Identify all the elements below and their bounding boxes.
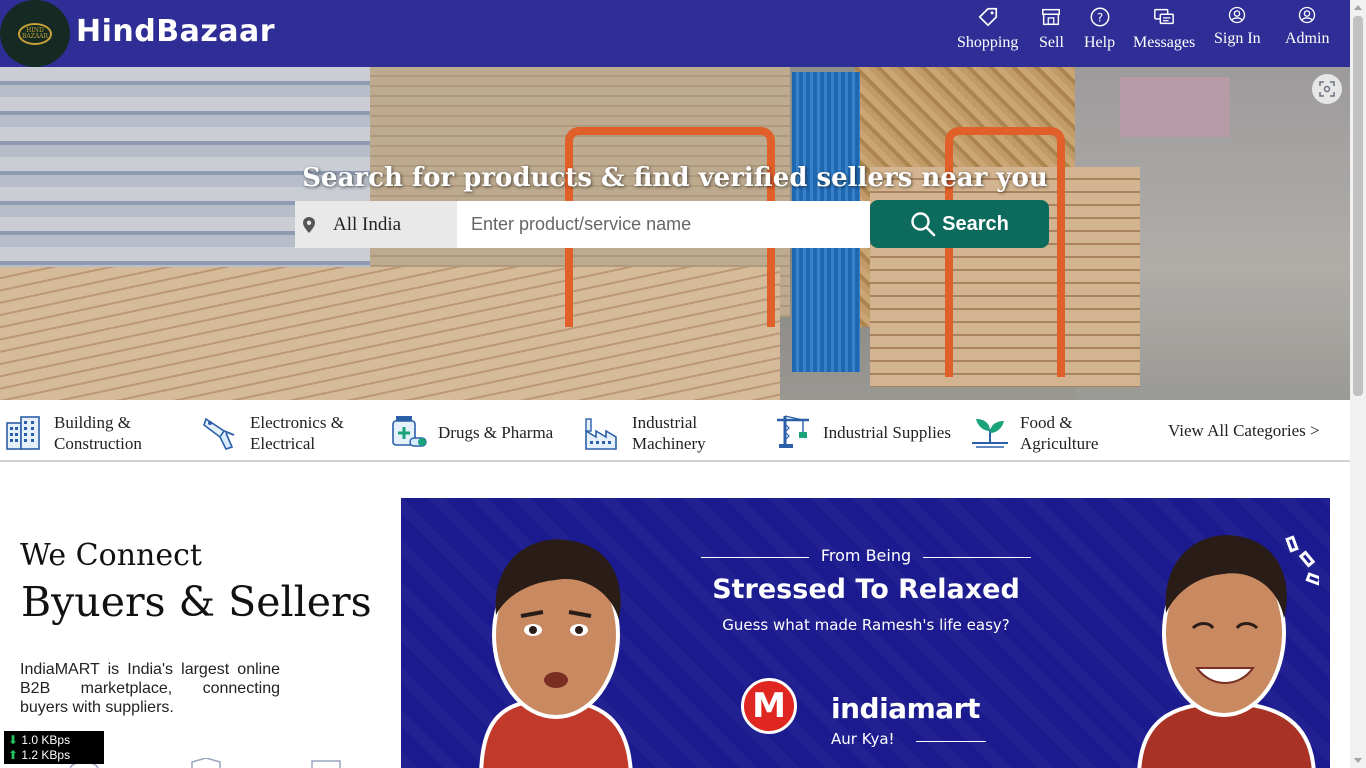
tag-icon [978, 7, 997, 27]
scrollbar-thumb[interactable] [1353, 16, 1363, 396]
category-building-construction[interactable]: Building & Construction [4, 412, 142, 454]
category-label-line2: Electrical [250, 434, 316, 453]
banner-subline: Guess what made Ramesh's life easy? [722, 616, 1010, 634]
banner-brand: indiamart [831, 692, 980, 725]
svg-text:?: ? [1096, 11, 1102, 25]
category-label-line1: Building & [54, 413, 131, 432]
upload-arrow-icon: ⬆ [8, 748, 19, 762]
download-arrow-icon: ⬇ [8, 733, 19, 747]
nav-messages[interactable]: Messages [1133, 6, 1195, 52]
category-label-line1: Electronics & [250, 413, 344, 432]
indiamart-logo-icon: M [741, 678, 797, 734]
nav-sign-in[interactable]: Sign In [1214, 6, 1261, 48]
medicine-icon [392, 416, 427, 447]
banner-headline: Stressed To Relaxed [712, 574, 1020, 605]
category-label-line1: Drugs & Pharma [438, 422, 554, 442]
download-speed: 1.0 KBps [21, 733, 71, 747]
relaxed-man-image [1137, 535, 1319, 768]
location-label: All India [333, 213, 402, 235]
category-bar: Building & Construction Electronics & Elec… [0, 400, 1350, 462]
search-button[interactable]: Search [870, 200, 1049, 248]
hero-title: Search for products & find verified sell… [302, 163, 1048, 193]
nav-messages-label: Messages [1133, 34, 1196, 51]
visual-search-button[interactable] [1312, 74, 1342, 104]
search-input[interactable] [457, 201, 870, 248]
category-label-line1: Industrial [632, 413, 698, 432]
search-button-label: Search [942, 212, 1009, 235]
store-icon [1042, 8, 1061, 26]
banner-tagline: Aur Kya! [831, 730, 895, 748]
category-label-line1: Food & [1020, 413, 1073, 432]
banner-from-being: From Being [701, 546, 1031, 565]
plant-icon [972, 419, 1008, 448]
nav-help[interactable]: ? Help [1084, 6, 1115, 52]
building-icon [6, 416, 40, 450]
upload-speed: 1.2 KBps [21, 748, 71, 762]
page-scrollbar[interactable] [1350, 0, 1366, 768]
admin-user-icon [1299, 6, 1316, 24]
drill-icon [203, 417, 235, 450]
nav-shopping-label: Shopping [957, 34, 1019, 51]
logo-emblem: HIND BAZAAR [18, 22, 52, 45]
intro-heading-small: We Connect [20, 538, 202, 573]
scroll-up-arrow-icon[interactable] [1354, 5, 1362, 10]
category-drugs-pharma[interactable]: Drugs & Pharma [388, 412, 553, 452]
category-industrial-supplies[interactable]: Industrial Supplies [773, 412, 951, 452]
intro-heading-large: Byuers & Sellers [21, 578, 372, 626]
nav-help-label: Help [1084, 34, 1116, 51]
nav-sell[interactable]: Sell [1039, 6, 1064, 52]
brand-name[interactable]: HindBazaar [76, 14, 275, 49]
nav-shopping[interactable]: Shopping [957, 6, 1018, 52]
nav-sell-label: Sell [1039, 34, 1064, 51]
nav-admin-label: Admin [1285, 30, 1330, 47]
view-all-categories-link[interactable]: View All Categories > [1168, 421, 1320, 441]
site-logo[interactable]: HIND BAZAAR [0, 0, 70, 67]
hero-banner: Search for products & find verified sell… [0, 67, 1350, 400]
help-icon: ? [1090, 7, 1109, 27]
category-label-line2: Machinery [632, 434, 706, 453]
scroll-down-arrow-icon[interactable] [1354, 758, 1362, 763]
category-label-line2: Construction [54, 434, 142, 453]
messages-icon [1154, 8, 1175, 25]
location-pin-icon [303, 216, 315, 233]
nav-admin[interactable]: Admin [1285, 6, 1329, 48]
feature-icons-partial [70, 758, 341, 768]
category-industrial-machinery[interactable]: Industrial Machinery [582, 412, 706, 454]
location-selector[interactable]: All India [295, 201, 457, 248]
net-speed-widget: ⬇ 1.0 KBps ⬆ 1.2 KBps [4, 731, 104, 764]
category-electronics-electrical[interactable]: Electronics & Electrical [200, 412, 344, 454]
top-header: HIND BAZAAR HindBazaar Shopping Sell ? H… [0, 0, 1350, 67]
factory-icon [585, 418, 617, 450]
promo-banner[interactable]: From Being Stressed To Relaxed Guess wha… [401, 498, 1330, 768]
intro-description: IndiaMART is India's largest online B2B … [20, 661, 280, 716]
category-food-agriculture[interactable]: Food & Agriculture [970, 412, 1098, 454]
tagline-underline [916, 741, 986, 742]
nav-sign-in-label: Sign In [1214, 30, 1261, 47]
crane-icon [777, 415, 809, 448]
lens-icon [1319, 81, 1335, 97]
category-label-line1: Industrial Supplies [823, 422, 951, 442]
user-icon [1229, 6, 1246, 24]
search-icon [911, 212, 936, 237]
category-label-line2: Agriculture [1020, 434, 1099, 453]
stressed-man-image [479, 539, 633, 768]
